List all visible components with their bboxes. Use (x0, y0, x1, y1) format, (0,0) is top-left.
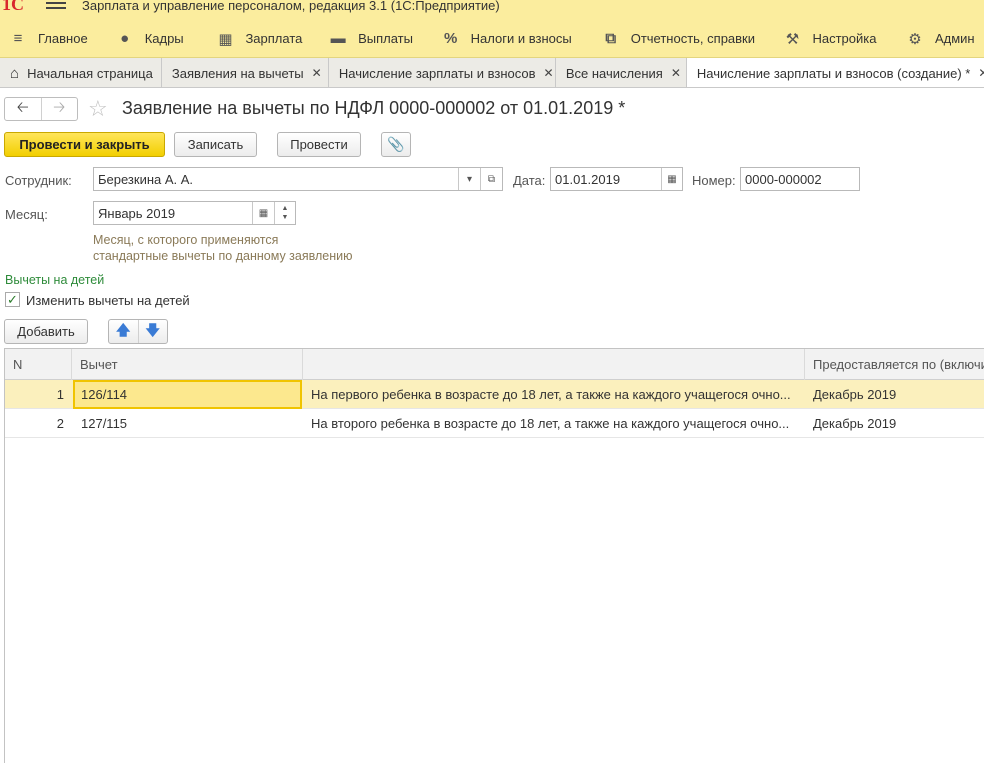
menu-item-personnel[interactable]: ● Кадры (115, 20, 216, 57)
hamburger-icon[interactable] (46, 0, 66, 13)
tab-deduction-applications[interactable]: Заявления на вычеты ✕ (161, 58, 329, 87)
row-number: 1 (56, 387, 64, 402)
deduction-code-cell[interactable]: 126/114 (73, 380, 302, 409)
window-title-bar: 1С Зарплата и управление персоналом, ред… (0, 0, 984, 20)
people-icon: ● (120, 30, 130, 47)
calculator-icon: ▦ (218, 30, 233, 48)
number-label: Номер: (692, 173, 736, 188)
menu-item-main[interactable]: ≡ Главное (8, 20, 115, 57)
main-menu: ≡ Главное ● Кадры ▦ Зарплата ▬ Выплаты %… (0, 20, 984, 58)
chevron-up-icon[interactable]: ▲ (282, 204, 289, 213)
move-down-icon[interactable]: 🡇 (137, 320, 168, 343)
table-row[interactable]: 2 127/115 На второго ребенка в возрасте … (5, 409, 984, 438)
column-header-provided-until[interactable]: Предоставляется по (включи (805, 349, 984, 380)
window-title: Зарплата и управление персоналом, редакц… (82, 0, 500, 13)
back-arrow-icon[interactable]: 🡠 (5, 98, 41, 120)
menu-item-salary[interactable]: ▦ Зарплата (215, 20, 328, 57)
provided-until-cell[interactable]: Декабрь 2019 (805, 380, 984, 409)
tab-payroll[interactable]: Начисление зарплаты и взносов ✕ (328, 58, 556, 87)
post-button[interactable]: Провести (277, 132, 361, 157)
wallet-icon: ▬ (330, 30, 346, 47)
close-icon[interactable]: ✕ (312, 66, 322, 80)
tab-home[interactable]: ⌂ Начальная страница (0, 58, 162, 87)
menu-item-taxes[interactable]: % Налоги и взносы (441, 20, 601, 57)
reports-icon: ⧉ (605, 30, 617, 47)
month-label: Месяц: (5, 207, 48, 222)
column-header-description[interactable] (303, 349, 805, 380)
tab-payroll-create[interactable]: Начисление зарплаты и взносов (создание)… (686, 58, 984, 87)
navigation-buttons: 🡠 🡢 (4, 97, 78, 121)
menu-item-reports[interactable]: ⧉ Отчетность, справки (601, 20, 783, 57)
form-title: Заявление на вычеты по НДФЛ 0000-000002 … (122, 98, 626, 118)
month-field[interactable]: Январь 2019 ▦ ▲ ▼ (93, 201, 296, 225)
deduction-code-cell[interactable]: 127/115 (73, 409, 302, 438)
menu-item-payments[interactable]: ▬ Выплаты (328, 20, 441, 57)
move-up-icon[interactable]: 🡅 (109, 320, 138, 343)
add-button[interactable]: Добавить (4, 319, 88, 344)
number-field[interactable]: 0000-000002 (740, 167, 860, 191)
deductions-table: N Вычет Предоставляется по (включи 1 126… (4, 348, 984, 763)
month-stepper[interactable]: ▲ ▼ (274, 202, 295, 224)
close-icon[interactable]: ✕ (544, 66, 554, 80)
column-header-n[interactable]: N (5, 349, 72, 380)
paperclip-icon: 📎 (387, 136, 405, 152)
menu-item-settings[interactable]: ⚒ Настройка (782, 20, 905, 57)
open-icon[interactable]: ⧉ (480, 168, 502, 190)
date-field[interactable]: 01.01.2019 ▦ (550, 167, 683, 191)
tabs-bar: ⌂ Начальная страница Заявления на вычеты… (0, 58, 984, 88)
table-header: N Вычет Предоставляется по (включи (5, 349, 984, 380)
employee-label: Сотрудник: (5, 173, 72, 188)
gear-icon: ⚙ (908, 30, 922, 48)
row-number: 2 (56, 416, 64, 431)
calendar-icon[interactable]: ▦ (661, 168, 682, 190)
close-icon[interactable]: ✕ (671, 66, 681, 80)
app-logo: 1С (2, 0, 24, 14)
table-row[interactable]: 1 126/114 На первого ребенка в возрасте … (5, 380, 984, 409)
home-icon: ⌂ (10, 64, 20, 82)
wrench-icon: ⚒ (785, 30, 800, 48)
month-hint: Месяц, с которого применяются стандартны… (93, 233, 353, 263)
deduction-description-cell: На первого ребенка в возрасте до 18 лет,… (311, 387, 791, 402)
forward-arrow-icon[interactable]: 🡢 (40, 98, 78, 120)
tab-all-accruals[interactable]: Все начисления ✕ (555, 58, 687, 87)
change-deductions-checkbox[interactable]: ✓ (5, 292, 20, 307)
move-buttons: 🡅 🡇 (108, 319, 168, 344)
calendar-icon[interactable]: ▦ (252, 202, 274, 224)
date-label: Дата: (513, 173, 546, 188)
change-deductions-label[interactable]: Изменить вычеты на детей (26, 293, 190, 308)
main-menu-icon: ≡ (13, 30, 23, 47)
close-icon[interactable]: ✕ (978, 66, 984, 80)
section-title-children-deductions: Вычеты на детей (5, 273, 105, 287)
deduction-description-cell: На второго ребенка в возрасте до 18 лет,… (311, 416, 790, 431)
column-header-deduction[interactable]: Вычет (72, 349, 303, 380)
attachment-button[interactable]: 📎 (381, 132, 411, 157)
post-and-close-button[interactable]: Провести и закрыть (4, 132, 165, 157)
menu-item-admin[interactable]: ⚙ Админ (905, 20, 984, 57)
save-button[interactable]: Записать (174, 132, 257, 157)
favorite-star-icon[interactable]: ☆ (88, 96, 108, 122)
employee-field[interactable]: Березкина А. А. ▾ ⧉ (93, 167, 503, 191)
percent-icon: % (444, 30, 458, 47)
provided-until-cell[interactable]: Декабрь 2019 (805, 409, 984, 438)
dropdown-arrow-icon[interactable]: ▾ (458, 168, 480, 190)
chevron-down-icon[interactable]: ▼ (282, 213, 289, 222)
